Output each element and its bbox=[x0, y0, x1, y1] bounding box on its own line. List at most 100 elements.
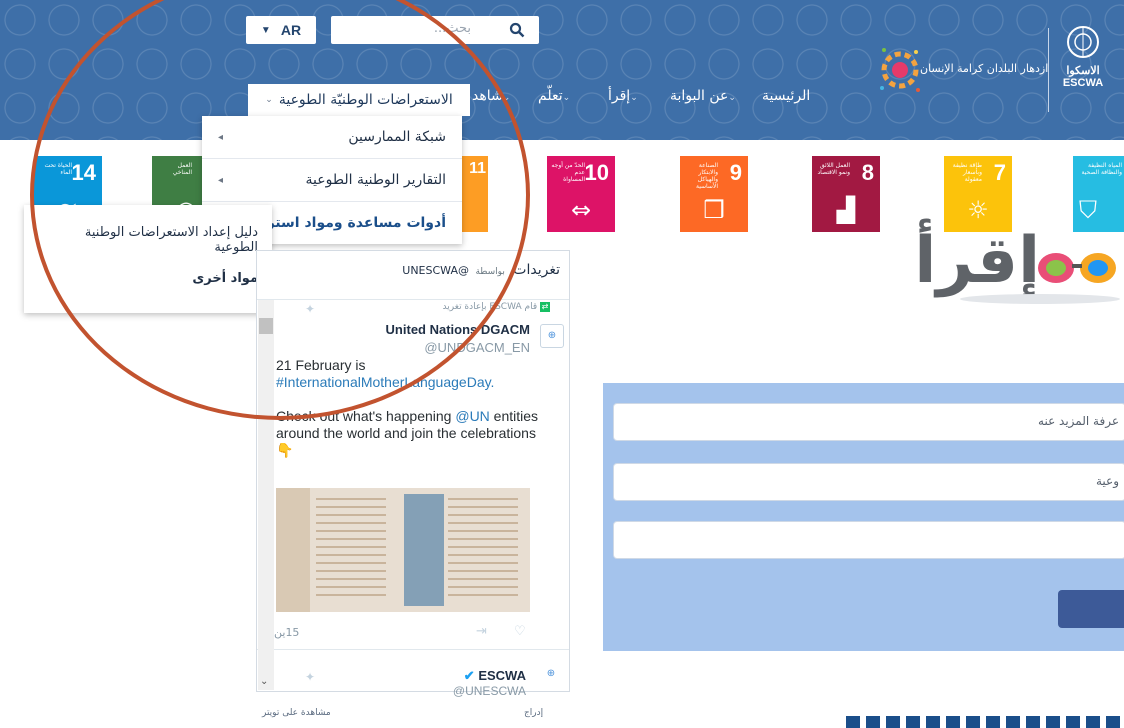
submit-button[interactable] bbox=[1058, 590, 1124, 628]
sdg-tile-7[interactable]: 7 طاقة نظيفة وبأسعار معقولة ☼ bbox=[944, 156, 1012, 232]
share-icon[interactable]: ⇥ bbox=[476, 624, 487, 639]
sdg-number: 8 bbox=[861, 160, 874, 185]
form-field-2[interactable]: وعية bbox=[613, 463, 1124, 501]
sdg-tile-11[interactable]: 11 bbox=[462, 156, 488, 232]
glasses-icon bbox=[1036, 248, 1118, 288]
nav-about-label: عن البوابة bbox=[670, 88, 729, 104]
chevron-down-icon: ⌄ bbox=[728, 93, 736, 103]
sdg-wheel-logo bbox=[876, 40, 924, 100]
sdg-number: 7 bbox=[993, 160, 1006, 185]
form-field-1[interactable]: عرفة المزيد عنه bbox=[613, 403, 1124, 441]
chevron-left-icon: ◂ bbox=[218, 174, 224, 186]
read-heading-block: إقرأ bbox=[840, 224, 1120, 308]
scrollbar-track[interactable] bbox=[258, 300, 274, 690]
tweet-time-value: 15 bbox=[285, 626, 300, 639]
field-text: عرفة المزيد عنه bbox=[1038, 414, 1119, 428]
sdg-number: 9 bbox=[729, 160, 742, 185]
retweet-icon: ⇄ bbox=[540, 302, 550, 312]
escwa-name: ESCWA bbox=[1062, 77, 1104, 89]
chevron-down-icon: ⌄ bbox=[630, 93, 638, 103]
form-field-3[interactable] bbox=[613, 521, 1124, 559]
sdg-label: المياه النظيفة والنظافة الصحية bbox=[1081, 162, 1122, 176]
sdg-label: الحدّ من أوجه عدم المساواة bbox=[551, 162, 585, 183]
header-divider bbox=[1048, 28, 1049, 112]
sdg-number: 10 bbox=[584, 160, 609, 185]
tweet-author-avatar[interactable]: ⊕ bbox=[540, 324, 564, 348]
twitter-header: تغريدات بواسطة @UNESCWA bbox=[258, 262, 560, 278]
retweet-note: ⇄ قام ESCWA بإعادة تغريد bbox=[350, 302, 550, 312]
nav-vnr[interactable]: الاستعراضات الوطنيّة الطوعية ⌄ bbox=[248, 84, 470, 116]
language-selector[interactable]: ▼ AR bbox=[246, 16, 316, 44]
search-input[interactable]: بحث... bbox=[434, 21, 471, 36]
bottom-heading-fragment bbox=[846, 716, 1124, 728]
chevron-down-icon: ▼ bbox=[260, 24, 271, 36]
tweet-mention-link[interactable]: @UN bbox=[455, 408, 489, 424]
chevron-down-icon: ⌄ bbox=[502, 93, 511, 103]
search-icon[interactable] bbox=[505, 18, 529, 42]
sdg-number: 14 bbox=[71, 160, 96, 185]
sdg-tile-9[interactable]: 9 الصناعة والابتكار والهياكل الأساسية ❒ bbox=[680, 156, 748, 232]
verified-icon: ✔ bbox=[463, 668, 475, 683]
language-label: AR bbox=[280, 22, 302, 38]
un-emblem-icon bbox=[1067, 26, 1099, 58]
sdg-label: العمل المناخي bbox=[172, 162, 192, 176]
nav-watch[interactable]: ⌄شاهد bbox=[472, 88, 514, 114]
heart-icon[interactable]: ♡ bbox=[514, 624, 526, 639]
divider bbox=[257, 299, 569, 300]
tweet-image[interactable] bbox=[276, 488, 530, 612]
sdg-tile-6[interactable]: المياه النظيفة والنظافة الصحية ⛉ bbox=[1073, 156, 1124, 232]
chevron-down-icon: ⌄ bbox=[562, 93, 571, 103]
growth-chart-icon: ▟ bbox=[836, 196, 856, 224]
tweet-author-name[interactable]: United Nations DGACM bbox=[360, 322, 530, 337]
cubes-icon: ❒ bbox=[703, 196, 725, 224]
second-author-handle: @UNESCWA bbox=[452, 684, 526, 698]
tweet-line: 21 February is bbox=[276, 357, 366, 373]
submenu-item-other-materials[interactable]: مواد أخرى bbox=[24, 255, 272, 286]
tweet-hashtag-link[interactable]: #InternationalMotherLanguageDay. bbox=[276, 374, 556, 391]
second-author-avatar[interactable]: ⊕ bbox=[540, 668, 562, 688]
tools-submenu: دليل إعداد الاستعراضات الوطنية الطوعية م… bbox=[24, 205, 272, 313]
submenu-item-vnr-guide[interactable]: دليل إعداد الاستعراضات الوطنية الطوعية bbox=[24, 205, 272, 255]
nav-learn-label: تعلّم bbox=[538, 88, 563, 104]
nav-home[interactable]: الرئيسية bbox=[762, 88, 810, 114]
menu-item-label: شبكة الممارسين bbox=[348, 129, 446, 145]
sdg-tile-8[interactable]: 8 العمل اللائق ونمو الاقتصاد ▟ bbox=[812, 156, 880, 232]
nav-read-label: إقرأ bbox=[608, 88, 631, 104]
menu-item-practitioners[interactable]: شبكة الممارسين ◂ bbox=[202, 116, 462, 159]
sun-power-icon: ☼ bbox=[967, 196, 989, 224]
read-title: إقرأ bbox=[914, 224, 1040, 298]
twitter-bird-icon: ✦ bbox=[305, 302, 316, 316]
sdg-number: 11 bbox=[469, 160, 486, 177]
menu-item-label: التقارير الوطنية الطوعية bbox=[305, 172, 446, 188]
view-on-twitter-link[interactable]: مشاهدة على تويتر bbox=[262, 708, 331, 718]
nav-home-label: الرئيسية bbox=[762, 88, 811, 104]
sdg-tile-10[interactable]: 10 الحدّ من أوجه عدم المساواة ⇔ bbox=[547, 156, 615, 232]
second-tweet-author[interactable]: ✔ ESCWA bbox=[420, 668, 526, 684]
tweet-body: 21 February is #InternationalMotherLangu… bbox=[276, 357, 556, 459]
menu-item-vnr-reports[interactable]: التقارير الوطنية الطوعية ◂ bbox=[202, 159, 462, 202]
nav-vnr-label: الاستعراضات الوطنيّة الطوعية bbox=[278, 92, 453, 108]
sdg-label: العمل اللائق ونمو الاقتصاد bbox=[817, 162, 850, 176]
chevron-down-icon: ⌄ bbox=[265, 95, 273, 105]
twitter-bird-icon: ✦ bbox=[305, 670, 316, 684]
tweet-line: Check out what's happening @UN entities … bbox=[276, 408, 556, 442]
embed-link[interactable]: إدراج bbox=[524, 708, 543, 718]
twitter-by: بواسطة bbox=[475, 267, 505, 277]
twitter-handle-link[interactable]: @UNESCWA bbox=[402, 264, 469, 277]
second-author-name: ESCWA bbox=[478, 668, 526, 683]
scroll-down-arrow-icon[interactable]: ⌄ bbox=[260, 676, 268, 687]
escwa-logo[interactable]: الاسكوا ESCWA bbox=[1058, 24, 1108, 89]
escwa-arabic: الاسكوا bbox=[1066, 65, 1100, 77]
point-down-emoji-icon: 👇 bbox=[276, 442, 294, 458]
sdg-label: الحياة تحت الماء bbox=[44, 162, 73, 176]
nav-about[interactable]: ⌄عن البوابة bbox=[670, 88, 740, 114]
field-text: وعية bbox=[1095, 474, 1119, 488]
search-box[interactable]: بحث... bbox=[331, 16, 539, 44]
submenu-item-label: مواد أخرى bbox=[192, 271, 258, 286]
tweet-likes[interactable]: 15ين bbox=[274, 626, 299, 639]
logo-caption: ازدهار البلدان كرامة الإنسان bbox=[920, 62, 1049, 75]
nav-read[interactable]: ⌄إقرأ bbox=[608, 88, 642, 114]
submenu-item-label: دليل إعداد الاستعراضات الوطنية الطوعية bbox=[84, 225, 258, 255]
scrollbar-thumb[interactable] bbox=[259, 318, 273, 334]
nav-learn[interactable]: ⌄تعلّم bbox=[538, 88, 574, 114]
